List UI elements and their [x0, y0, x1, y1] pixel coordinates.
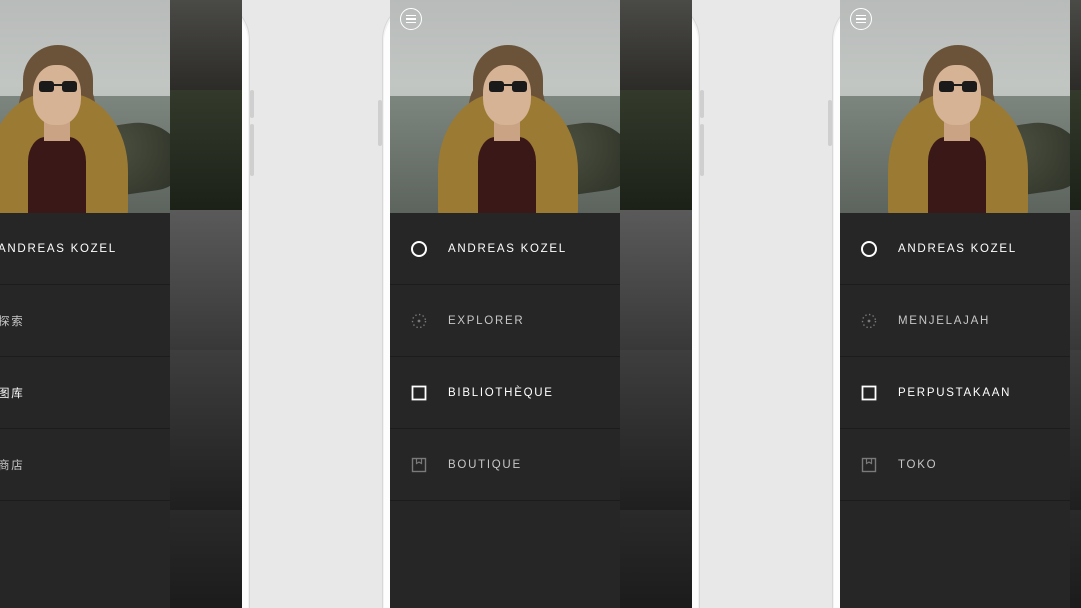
sidebar-item-explore[interactable]: 探索	[0, 285, 170, 357]
bookmark-square-icon	[408, 457, 430, 473]
square-icon	[408, 385, 430, 401]
sidebar-item-library[interactable]: 图库	[0, 357, 170, 429]
sidebar-item-profile[interactable]: ANDREAS KOZEL	[390, 213, 620, 285]
sidebar-drawer: ANDREAS KOZEL 探索 图库	[0, 0, 170, 608]
sidebar-item-label: EXPLORER	[448, 315, 524, 327]
sidebar-item-label: MENJELAJAH	[898, 315, 990, 327]
sidebar-item-label: PERPUSTAKAAN	[898, 387, 1011, 399]
phone-screen: ANDREAS KOZEL EXPLORER BIBLIOTHÈQUE	[390, 0, 692, 608]
sidebar-item-label: ANDREAS KOZEL	[898, 243, 1017, 255]
sidebar-item-store[interactable]: TOKO	[840, 429, 1070, 501]
bookmark-square-icon	[858, 457, 880, 473]
sidebar-item-label: ANDREAS KOZEL	[448, 243, 567, 255]
avatar	[390, 0, 620, 213]
sidebar-item-label: ANDREAS KOZEL	[0, 243, 117, 255]
sidebar-item-profile[interactable]: ANDREAS KOZEL	[840, 213, 1070, 285]
sidebar-item-store[interactable]: 商店	[0, 429, 170, 501]
square-icon	[858, 385, 880, 401]
sidebar-item-profile[interactable]: ANDREAS KOZEL	[0, 213, 170, 285]
phone-screen: ANDREAS KOZEL 探索 图库	[0, 0, 242, 608]
menu-icon[interactable]	[400, 8, 422, 30]
sidebar-item-label: BOUTIQUE	[448, 459, 522, 471]
sidebar-item-label: 图库	[0, 385, 24, 401]
sidebar-drawer: ANDREAS KOZEL MENJELAJAH PERPUSTAKAAN	[840, 0, 1070, 608]
sidebar-item-store[interactable]: BOUTIQUE	[390, 429, 620, 501]
avatar	[840, 0, 1070, 213]
dotted-circle-icon	[858, 312, 880, 330]
sidebar-item-label: BIBLIOTHÈQUE	[448, 387, 554, 399]
phone-mockup: ANDREAS KOZEL EXPLORER BIBLIOTHÈQUE	[382, 0, 700, 608]
avatar	[0, 0, 170, 213]
phone-screen: ANDREAS KOZEL MENJELAJAH PERPUSTAKAAN	[840, 0, 1081, 608]
phone-mockup: ANDREAS KOZEL 探索 图库	[0, 0, 250, 608]
sidebar-item-library[interactable]: BIBLIOTHÈQUE	[390, 357, 620, 429]
feed-background	[620, 0, 692, 608]
circle-icon	[858, 240, 880, 258]
dotted-circle-icon	[408, 312, 430, 330]
sidebar-item-explore[interactable]: EXPLORER	[390, 285, 620, 357]
feed-background	[170, 0, 242, 608]
menu-icon[interactable]	[850, 8, 872, 30]
sidebar-item-label: 商店	[0, 457, 24, 473]
phone-mockup: ANDREAS KOZEL MENJELAJAH PERPUSTAKAAN	[832, 0, 1081, 608]
feed-background	[1070, 0, 1081, 608]
sidebar-item-explore[interactable]: MENJELAJAH	[840, 285, 1070, 357]
sidebar-item-library[interactable]: PERPUSTAKAAN	[840, 357, 1070, 429]
sidebar-item-label: TOKO	[898, 459, 937, 471]
sidebar-item-label: 探索	[0, 313, 24, 329]
sidebar-drawer: ANDREAS KOZEL EXPLORER BIBLIOTHÈQUE	[390, 0, 620, 608]
circle-icon	[408, 240, 430, 258]
